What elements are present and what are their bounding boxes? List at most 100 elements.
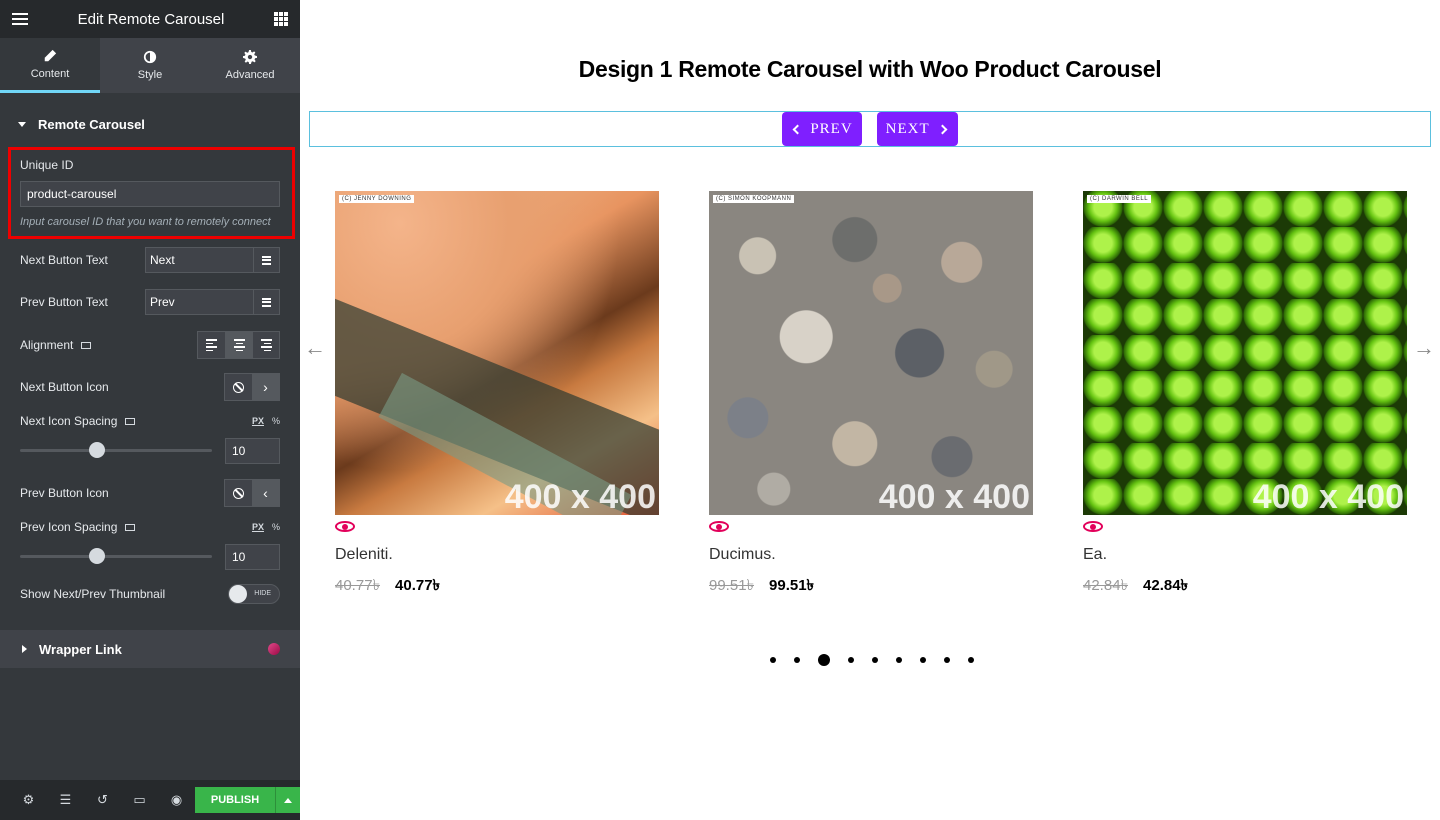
image-credit: (C) DARWIN BELL — [1087, 195, 1152, 203]
chevron-right-icon[interactable]: › — [252, 374, 279, 400]
quick-view-eye-icon[interactable] — [709, 518, 729, 534]
section-remote-carousel[interactable]: Remote Carousel — [0, 105, 300, 143]
settings-icon[interactable]: ⚙ — [10, 780, 47, 820]
align-right-button[interactable] — [252, 332, 279, 358]
tab-content[interactable]: Content — [0, 38, 100, 93]
desktop-icon[interactable] — [81, 342, 92, 350]
ban-icon — [233, 381, 244, 393]
show-thumbnail-control: Show Next/Prev Thumbnail HIDE — [20, 584, 280, 604]
next-icon-picker: › — [224, 373, 280, 401]
next-button[interactable]: NEXT — [876, 112, 958, 146]
pagination-dot[interactable] — [770, 657, 776, 663]
tab-advanced[interactable]: Advanced — [200, 38, 300, 93]
regular-price: 42.84৳ — [1083, 577, 1129, 594]
next-button-text-field[interactable]: Next — [145, 247, 280, 273]
show-thumbnail-label: Show Next/Prev Thumbnail — [20, 587, 166, 601]
next-button-label: NEXT — [885, 120, 930, 137]
pencil-icon — [44, 49, 57, 61]
align-center-button[interactable] — [225, 332, 252, 358]
product-card: (C) JENNY DOWNING 400 x 400 Deleniti. 40… — [335, 191, 659, 599]
regular-price: 99.51৳ — [709, 577, 755, 594]
remote-carousel-widget: PREV NEXT — [309, 111, 1431, 147]
prev-icon-spacing-input[interactable]: 10 — [225, 544, 280, 570]
unit-px[interactable]: PX — [252, 416, 264, 426]
publish-button[interactable]: PUBLISH — [195, 787, 275, 813]
unit-percent[interactable]: % — [272, 522, 280, 532]
unit-percent[interactable]: % — [272, 416, 280, 426]
next-button-text-value[interactable]: Next — [146, 248, 253, 272]
pagination-dot[interactable] — [968, 657, 974, 663]
image-credit: (C) JENNY DOWNING — [339, 195, 415, 203]
editor-panel: Edit Remote Carousel Content Style Advan… — [0, 0, 300, 820]
history-icon[interactable]: ↺ — [84, 780, 121, 820]
unique-id-control: Unique ID product-carousel Input carouse… — [8, 147, 295, 239]
gear-icon — [243, 50, 257, 64]
prev-button-text-value[interactable]: Prev — [146, 290, 253, 314]
next-icon-spacing-control: Next Icon Spacing PX % — [20, 414, 280, 428]
next-icon-spacing-label: Next Icon Spacing — [20, 414, 118, 428]
hamburger-menu-icon[interactable] — [12, 13, 28, 25]
pagination-dot[interactable] — [794, 657, 800, 663]
chevron-left-icon[interactable]: ‹ — [252, 480, 279, 506]
dynamic-tags-button[interactable] — [253, 248, 279, 272]
product-image[interactable]: (C) SIMON KOOPMANN 400 x 400 — [709, 191, 1033, 515]
chevron-left-icon — [792, 124, 803, 134]
alignment-control: Alignment — [20, 331, 280, 359]
contrast-icon — [143, 50, 157, 64]
product-name[interactable]: Deleniti. — [335, 546, 659, 564]
tab-style[interactable]: Style — [100, 38, 200, 93]
responsive-mode-icon[interactable]: ▭ — [121, 780, 158, 820]
prev-button[interactable]: PREV — [782, 112, 862, 146]
no-icon-button[interactable] — [225, 480, 252, 506]
section-wrapper-link[interactable]: Wrapper Link — [0, 630, 300, 668]
pagination-dot[interactable] — [848, 657, 854, 663]
preview-eye-icon[interactable]: ◉ — [158, 780, 195, 820]
carousel-next-arrow-icon[interactable]: → — [1413, 335, 1435, 361]
database-icon — [262, 297, 271, 307]
prev-button-text-field[interactable]: Prev — [145, 289, 280, 315]
unit-px[interactable]: PX — [252, 522, 264, 532]
sale-price: 99.51৳ — [769, 577, 815, 594]
navigator-layers-icon[interactable]: ☰ — [47, 780, 84, 820]
slider-handle[interactable] — [89, 548, 105, 564]
product-card: (C) SIMON KOOPMANN 400 x 400 Ducimus. 99… — [709, 191, 1033, 599]
prev-button-text-label: Prev Button Text — [20, 295, 108, 309]
publish-options-button[interactable] — [275, 787, 300, 813]
dynamic-tags-button[interactable] — [253, 290, 279, 314]
panel-footer: ⚙ ☰ ↺ ▭ ◉ PUBLISH — [0, 780, 300, 820]
product-name[interactable]: Ducimus. — [709, 546, 1033, 564]
image-dimension-label: 400 x 400 — [1252, 478, 1404, 515]
quick-view-eye-icon[interactable] — [335, 518, 355, 534]
next-icon-spacing-slider[interactable] — [20, 442, 212, 458]
ban-icon — [233, 487, 244, 499]
product-image[interactable]: (C) JENNY DOWNING 400 x 400 — [335, 191, 659, 515]
unit-selector: PX % — [252, 416, 280, 426]
desktop-icon[interactable] — [125, 418, 136, 426]
product-image[interactable]: (C) DARWIN BELL 400 x 400 — [1083, 191, 1407, 515]
product-name[interactable]: Ea. — [1083, 546, 1407, 564]
desktop-icon[interactable] — [125, 524, 136, 532]
pagination-dot[interactable] — [818, 654, 830, 666]
quick-view-eye-icon[interactable] — [1083, 518, 1103, 534]
widgets-grid-icon[interactable] — [273, 12, 288, 26]
pagination-dot[interactable] — [920, 657, 926, 663]
pagination-dot[interactable] — [944, 657, 950, 663]
show-thumbnail-toggle[interactable]: HIDE — [228, 584, 280, 604]
no-icon-button[interactable] — [225, 374, 252, 400]
carousel-prev-arrow-icon[interactable]: ← — [304, 335, 326, 361]
next-icon-spacing-input[interactable]: 10 — [225, 438, 280, 464]
regular-price: 40.77৳ — [335, 577, 381, 594]
pagination-dot[interactable] — [872, 657, 878, 663]
caret-up-icon — [284, 797, 292, 803]
pagination-dot[interactable] — [896, 657, 902, 663]
prev-icon-spacing-slider[interactable] — [20, 548, 212, 564]
slider-handle[interactable] — [89, 442, 105, 458]
align-left-button[interactable] — [198, 332, 225, 358]
prev-button-icon-label: Prev Button Icon — [20, 486, 109, 500]
image-dimension-label: 400 x 400 — [504, 478, 656, 515]
page-heading: Design 1 Remote Carousel with Woo Produc… — [578, 56, 1162, 82]
sale-price: 42.84৳ — [1143, 577, 1189, 594]
unique-id-input[interactable]: product-carousel — [20, 181, 280, 207]
unit-selector: PX % — [252, 522, 280, 532]
prev-icon-picker: ‹ — [224, 479, 280, 507]
